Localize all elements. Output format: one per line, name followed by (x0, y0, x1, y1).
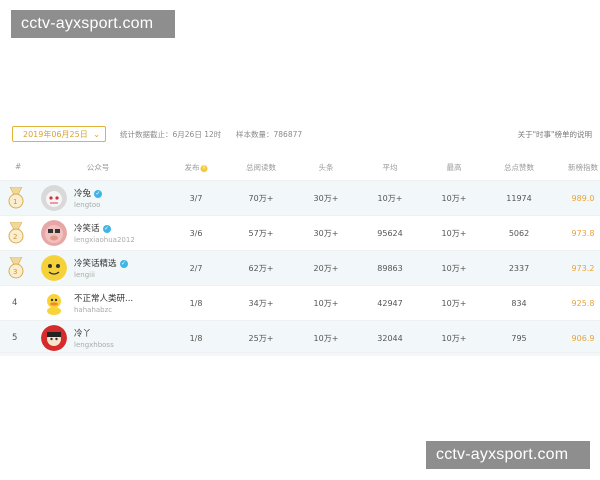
total-likes-cell: 2337 (508, 264, 530, 273)
total-likes-cell: 834 (511, 299, 527, 308)
headline-cell: 30万+ (313, 229, 339, 238)
publish-cell: 3/7 (189, 194, 203, 203)
max-cell: 10万+ (441, 264, 467, 273)
total-likes-cell: 795 (511, 334, 527, 343)
account-name-text: 冷兔 (74, 189, 92, 199)
publish-cell: 2/7 (189, 264, 203, 273)
account-id: hahahabzc (74, 306, 113, 314)
verified-icon: ✓ (102, 224, 111, 233)
headline-cell: 10万+ (313, 334, 339, 343)
average-cell: 10万+ (377, 194, 403, 203)
date-value: 2019年06月25日 (23, 130, 88, 139)
red-hood-avatar[interactable] (41, 325, 67, 351)
account-name[interactable]: 冷兔 ✓ (74, 187, 103, 199)
watermark-top: cctv-ayxsport.com (11, 10, 175, 38)
table-bottom-divider (0, 352, 600, 353)
account-id: lengtoo (74, 201, 101, 209)
index-cell: 925.8 (571, 299, 595, 308)
publish-cell: 1/8 (189, 334, 203, 343)
column-average[interactable]: 平均 (383, 162, 398, 173)
column-total-likes[interactable]: 总点赞数 (504, 162, 534, 173)
account-name[interactable]: 冷笑话精选 ✓ (74, 257, 128, 269)
rank-number: 4 (12, 298, 18, 308)
table-row[interactable]: 3 冷笑话精选 ✓ lengiii 2/7 62万+ 20万+ 89863 10万… (0, 250, 600, 286)
account-name-text: 冷笑话 (74, 224, 100, 234)
total-reads-cell: 70万+ (248, 194, 274, 203)
account-name[interactable]: 冷笑话 ✓ (74, 222, 111, 234)
average-cell: 32044 (377, 334, 403, 343)
total-reads-cell: 25万+ (248, 334, 274, 343)
average-cell: 42947 (377, 299, 403, 308)
account-id: lengxiaohua2012 (74, 236, 135, 244)
total-reads-cell: 57万+ (248, 229, 274, 238)
deadline-text: 统计数据截止：6月26日 12时 (120, 130, 222, 139)
account-name[interactable]: 不正常人类研... (74, 292, 133, 304)
sample-count-text: 样本数量：786877 (236, 130, 303, 139)
verified-icon: ✓ (94, 189, 103, 198)
index-cell: 906.9 (571, 334, 595, 343)
headline-cell: 20万+ (313, 264, 339, 273)
rank-number: 5 (12, 333, 18, 343)
pig-avatar[interactable] (41, 220, 67, 246)
column-account: 公众号 (86, 163, 110, 172)
max-cell: 10万+ (441, 334, 467, 343)
index-cell: 973.2 (571, 264, 595, 273)
table-row[interactable]: 1 冷兔 ✓ lengtoo 3/7 70万+ 30万+ 10万+ 10万+ 11… (0, 180, 600, 216)
table-row[interactable]: 2 冷笑话 ✓ lengxiaohua2012 3/6 57万+ 30万+ 956… (0, 215, 600, 251)
column-publish-label: 发布 (184, 163, 200, 172)
table-header: # 公众号 发布 Ⓓ 总阅读数 头条 平均 最高 总点赞数 新榜指数 (0, 160, 600, 176)
index-cell: 973.8 (571, 229, 595, 238)
max-cell: 10万+ (441, 299, 467, 308)
max-cell: 10万+ (441, 194, 467, 203)
chevron-down-icon: ⌄ (93, 130, 100, 139)
account-id: lengxhboss (74, 341, 114, 349)
column-publish[interactable]: 发布 Ⓓ (185, 162, 208, 173)
duck-avatar[interactable] (41, 290, 67, 316)
column-rank: # (15, 162, 22, 171)
max-cell: 10万+ (441, 229, 467, 238)
total-reads-cell: 34万+ (248, 299, 274, 308)
total-reads-cell: 62万+ (248, 264, 274, 273)
total-likes-cell: 5062 (508, 229, 530, 238)
column-total-reads[interactable]: 总阅读数 (246, 162, 276, 173)
verified-icon: ✓ (119, 259, 128, 268)
rabbit-avatar[interactable] (41, 185, 67, 211)
average-cell: 89863 (377, 264, 403, 273)
column-headline[interactable]: 头条 (319, 162, 334, 173)
table-row[interactable]: 4 不正常人类研... hahahabzc 1/8 34万+ 10万+ 4294… (0, 285, 600, 321)
account-id: lengiii (74, 271, 95, 279)
column-index[interactable]: 新榜指数 (568, 162, 598, 173)
average-cell: 95624 (377, 229, 403, 238)
table-row[interactable]: 5 冷丫 lengxhboss 1/8 25万+ 10万+ 32044 10万+… (0, 320, 600, 356)
info-icon: Ⓓ (200, 164, 208, 172)
account-name-text: 冷笑话精选 (74, 259, 117, 269)
headline-cell: 10万+ (313, 299, 339, 308)
headline-cell: 30万+ (313, 194, 339, 203)
watermark-bottom: cctv-ayxsport.com (426, 441, 590, 469)
publish-cell: 3/6 (189, 229, 203, 238)
toolbar: 2019年06月25日 ⌄ 统计数据截止：6月26日 12时 样本数量：7868… (0, 126, 600, 144)
publish-cell: 1/8 (189, 299, 203, 308)
account-name[interactable]: 冷丫 (74, 327, 91, 339)
column-max[interactable]: 最高 (447, 162, 462, 173)
yellow-face-avatar[interactable] (41, 255, 67, 281)
ranking-explanation-link[interactable]: 关于"时事"榜单的说明 (518, 129, 592, 140)
total-likes-cell: 11974 (506, 194, 532, 203)
index-cell: 989.0 (571, 194, 595, 203)
date-picker[interactable]: 2019年06月25日 ⌄ (12, 126, 106, 142)
